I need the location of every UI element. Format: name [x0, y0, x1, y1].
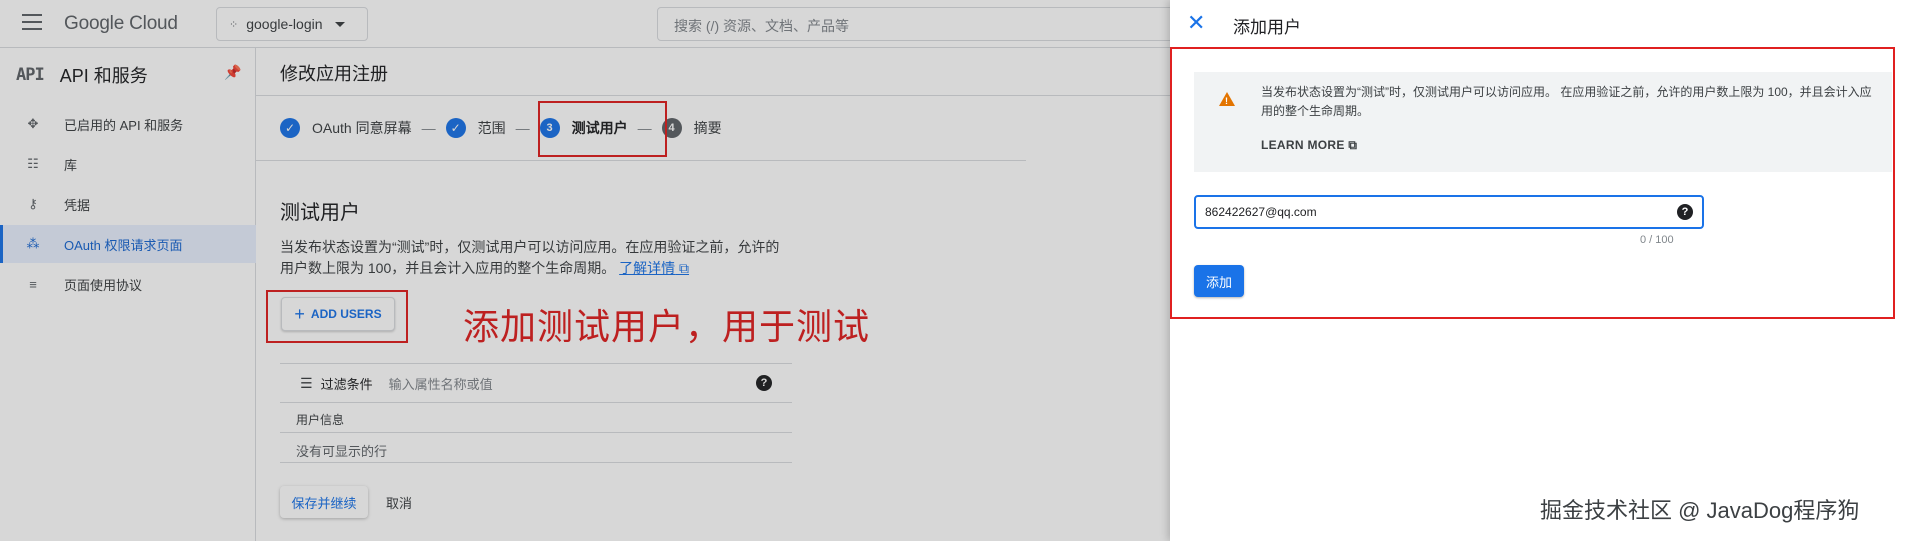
help-icon[interactable]: ? [1677, 204, 1693, 220]
learn-more-link-drawer[interactable]: LEARN MORE ⧉ [1261, 138, 1357, 153]
open-external-icon: ⧉ [1348, 138, 1358, 152]
add-button[interactable]: 添加 [1194, 265, 1244, 297]
notice-text: 当发布状态设置为“测试”时，仅测试用户可以访问应用。 在应用验证之前，允许的用户… [1261, 85, 1872, 118]
close-icon[interactable]: ✕ [1187, 10, 1205, 36]
drawer-title: 添加用户 [1233, 18, 1301, 37]
warning-exclamation: ! [1225, 96, 1228, 106]
char-counter: 0 / 100 [1640, 234, 1674, 246]
learn-more-drawer-label: LEARN MORE [1261, 138, 1345, 152]
email-field[interactable]: ? [1194, 195, 1704, 229]
email-input[interactable] [1205, 205, 1677, 219]
watermark-text: 掘金技术社区 @ JavaDog程序狗 [1540, 498, 1860, 523]
modal-scrim[interactable] [0, 0, 1170, 541]
